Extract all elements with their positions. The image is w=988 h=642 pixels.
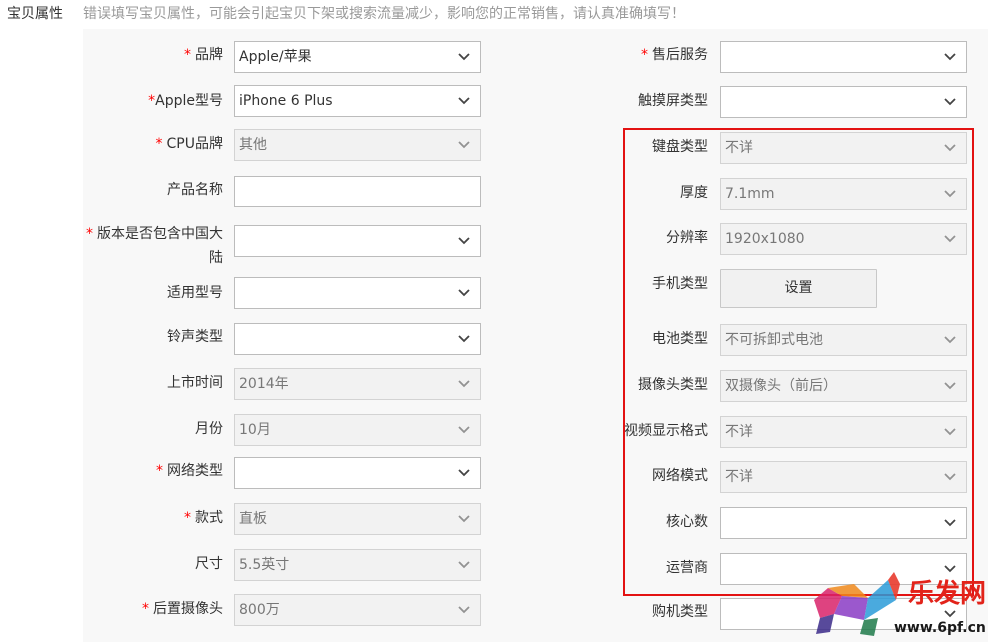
chevron-down-icon — [458, 426, 470, 434]
chevron-down-icon — [458, 515, 470, 523]
label-month: 月份 — [195, 421, 223, 437]
watermark-logo: 乐发网 www.6pf.cn — [814, 572, 986, 636]
rear-camera-select[interactable]: 800万 — [234, 594, 481, 626]
chevron-down-icon — [458, 606, 470, 614]
svg-text:乐发网: 乐发网 — [908, 578, 986, 609]
label-mainland-version: * 版本是否包含中国大陆 — [86, 226, 223, 266]
label-size: 尺寸 — [195, 556, 223, 572]
network-type-select[interactable] — [234, 457, 481, 489]
label-launch-time: 上市时间 — [167, 375, 223, 391]
required-mark: * — [184, 47, 191, 63]
chevron-down-icon — [458, 237, 470, 245]
mainland-version-select[interactable] — [234, 225, 481, 257]
touchscreen-type-select[interactable] — [720, 86, 967, 118]
cpu-brand-select[interactable]: 其他 — [234, 129, 481, 161]
product-name-input[interactable] — [234, 176, 481, 207]
chevron-down-icon — [458, 53, 470, 61]
chevron-down-icon — [458, 561, 470, 569]
section-label: 宝贝属性 — [7, 6, 63, 22]
required-mark: * — [142, 601, 149, 617]
label-brand: * 品牌 — [184, 47, 223, 63]
label-style: * 款式 — [184, 510, 223, 526]
size-select[interactable]: 5.5英寸 — [234, 549, 481, 581]
compatible-model-select[interactable] — [234, 277, 481, 309]
required-mark: * — [184, 510, 191, 526]
label-rear-camera: * 后置摄像头 — [142, 601, 223, 617]
label-network-type: * 网络类型 — [156, 463, 223, 479]
chevron-down-icon — [458, 289, 470, 297]
svg-text:www.6pf.cn: www.6pf.cn — [894, 620, 986, 636]
label-apple-model: *Apple型号 — [148, 93, 223, 109]
chevron-down-icon — [458, 380, 470, 388]
apple-model-select[interactable]: iPhone 6 Plus — [234, 85, 481, 117]
required-mark: * — [155, 136, 163, 152]
highlight-box — [623, 128, 974, 596]
label-product-name: 产品名称 — [167, 182, 223, 198]
chevron-down-icon — [458, 469, 470, 477]
notice-text: 错误填写宝贝属性，可能会引起宝贝下架或搜索流量减少，影响您的正常销售，请认真准确… — [83, 6, 685, 22]
required-mark: * — [156, 463, 163, 479]
style-select[interactable]: 直板 — [234, 503, 481, 535]
chevron-down-icon — [458, 335, 470, 343]
chevron-down-icon — [458, 97, 470, 105]
launch-month-select[interactable]: 10月 — [234, 414, 481, 446]
after-sales-select[interactable] — [720, 41, 967, 73]
label-after-sales: * 售后服务 — [641, 47, 708, 63]
required-mark: * — [641, 47, 648, 63]
label-compatible-model: 适用型号 — [167, 285, 223, 301]
label-cpu-brand: * CPU品牌 — [155, 136, 223, 152]
label-touchscreen-type: 触摸屏类型 — [638, 93, 708, 109]
brand-select[interactable]: Apple/苹果 — [234, 41, 481, 73]
required-mark: * — [86, 226, 93, 242]
chevron-down-icon — [944, 53, 956, 61]
label-ringtone-type: 铃声类型 — [167, 329, 223, 345]
chevron-down-icon — [458, 141, 470, 149]
chevron-down-icon — [944, 98, 956, 106]
ringtone-type-select[interactable] — [234, 323, 481, 355]
launch-year-select[interactable]: 2014年 — [234, 368, 481, 400]
label-purchase-type: 购机类型 — [652, 604, 708, 620]
